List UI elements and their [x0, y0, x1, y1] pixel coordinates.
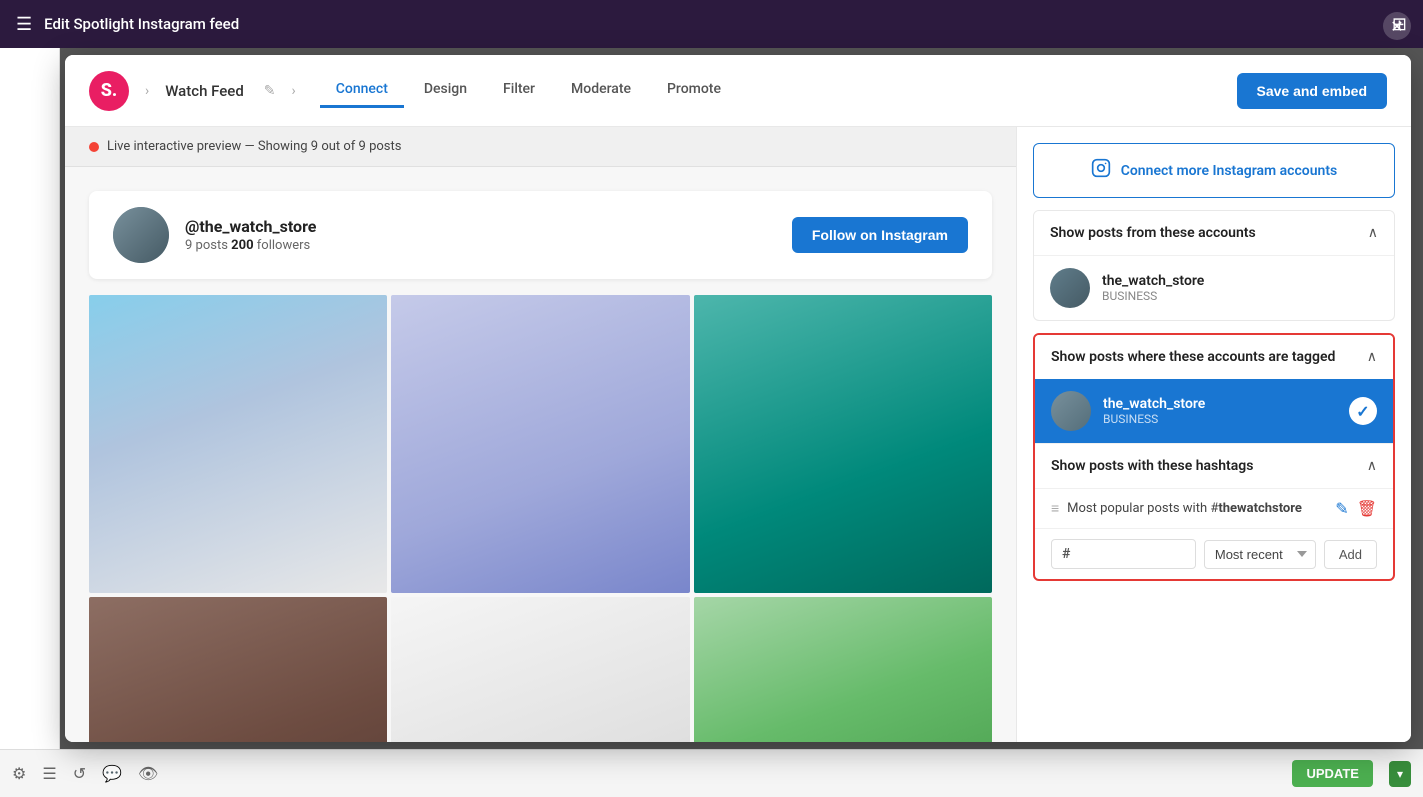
show-posts-hashtag-title: Show posts with these hashtags — [1051, 458, 1253, 474]
hashtag-row: ≡ Most popular posts with #thewatchstore… — [1035, 488, 1393, 528]
account-avatar — [113, 207, 169, 263]
layers-icon[interactable]: ☰ — [42, 764, 56, 783]
live-preview-bar: Live interactive preview — Showing 9 out… — [65, 127, 1016, 167]
account-item-name-tagged: the_watch_store — [1103, 396, 1337, 412]
show-posts-hashtag-chevron: ∧ — [1367, 458, 1377, 474]
photo-grid — [89, 295, 992, 742]
hashtag-text: Most popular posts with #thewatchstore — [1067, 501, 1327, 516]
edit-hashtag-icon[interactable]: ✎ — [1335, 499, 1348, 518]
edit-feed-name-icon[interactable]: ✎ — [264, 83, 276, 99]
delete-hashtag-icon[interactable]: 🗑 — [1357, 499, 1377, 518]
modal-header: S. › Watch Feed ✎ › Connect Design Filte… — [65, 55, 1411, 127]
save-embed-button[interactable]: Save and embed — [1237, 73, 1388, 109]
account-item-info-tagged: the_watch_store BUSINESS — [1103, 396, 1337, 426]
hashtag-tag: thewatchstore — [1218, 501, 1302, 516]
account-item-name-from: the_watch_store — [1102, 273, 1378, 289]
top-bar-title: Edit Spotlight Instagram feed — [44, 15, 1380, 33]
show-posts-from-chevron: ∧ — [1368, 225, 1378, 241]
account-item-from: the_watch_store BUSINESS — [1034, 255, 1394, 320]
account-item-type-from: BUSINESS — [1102, 289, 1378, 303]
feed-preview: @the_watch_store 9 posts 200 followers F… — [65, 167, 1016, 742]
account-username: @the_watch_store — [185, 217, 792, 236]
bottom-bar: ⚙ ☰ ↺ 💬 👁 UPDATE ▾ — [0, 749, 1423, 797]
modal: S. › Watch Feed ✎ › Connect Design Filte… — [65, 55, 1411, 742]
add-hashtag-row: # Most recent Most popular Random Add — [1035, 528, 1393, 579]
update-arrow-button[interactable]: ▾ — [1389, 761, 1411, 787]
tab-design[interactable]: Design — [408, 73, 483, 108]
photo-watch-hand — [391, 597, 689, 742]
hashtag-input[interactable] — [1074, 547, 1154, 562]
photo-woman-hat — [391, 295, 689, 593]
tab-filter[interactable]: Filter — [487, 73, 551, 108]
photo-cell-5 — [391, 597, 689, 742]
account-header: @the_watch_store 9 posts 200 followers F… — [89, 191, 992, 279]
breadcrumb-arrow-2: › — [292, 83, 296, 99]
show-posts-tagged-section: Show posts where these accounts are tagg… — [1033, 333, 1395, 581]
update-button[interactable]: UPDATE — [1292, 760, 1372, 787]
add-hashtag-button[interactable]: Add — [1324, 540, 1377, 569]
account-item-info-from: the_watch_store BUSINESS — [1102, 273, 1378, 303]
sidebar — [0, 48, 60, 749]
photo-cell-6 — [694, 597, 992, 742]
settings-icon[interactable]: ⚙ — [12, 764, 26, 783]
hashtag-input-wrap: # — [1051, 539, 1196, 569]
instagram-icon — [1091, 158, 1111, 183]
account-item-tagged-selected[interactable]: the_watch_store BUSINESS ✓ — [1035, 379, 1393, 443]
live-preview-text: Live interactive preview — Showing 9 out… — [107, 139, 401, 154]
drag-icon[interactable]: ≡ — [1051, 500, 1059, 517]
preview-pane: Live interactive preview — Showing 9 out… — [65, 127, 1016, 742]
show-posts-from-header[interactable]: Show posts from these accounts ∧ — [1034, 211, 1394, 255]
show-posts-tagged-title: Show posts where these accounts are tagg… — [1051, 349, 1335, 365]
tab-promote[interactable]: Promote — [651, 73, 737, 108]
account-item-type-tagged: BUSINESS — [1103, 412, 1337, 426]
right-panel: Connect more Instagram accounts Show pos… — [1016, 127, 1411, 742]
tab-connect[interactable]: Connect — [320, 73, 404, 108]
photo-hand-water — [694, 295, 992, 593]
brand-logo: S. — [89, 71, 129, 111]
photo-cell-3 — [694, 295, 992, 593]
show-posts-from-section: Show posts from these accounts ∧ the_wat… — [1033, 210, 1395, 321]
photo-woman-orange — [694, 597, 992, 742]
show-posts-tagged-header[interactable]: Show posts where these accounts are tagg… — [1035, 335, 1393, 379]
hashtag-prefix: Most popular posts with # — [1067, 501, 1218, 516]
show-posts-from-title: Show posts from these accounts — [1050, 225, 1256, 241]
connect-accounts-label: Connect more Instagram accounts — [1121, 163, 1338, 179]
nav-tabs: Connect Design Filter Moderate Promote — [320, 73, 1221, 108]
photo-cell-4 — [89, 597, 387, 742]
account-stats: 9 posts 200 followers — [185, 238, 792, 253]
modal-body: Live interactive preview — Showing 9 out… — [65, 127, 1411, 742]
photo-man — [89, 295, 387, 593]
breadcrumb-arrow: › — [145, 83, 149, 99]
follow-instagram-button[interactable]: Follow on Instagram — [792, 217, 968, 253]
top-bar: ☰ Edit Spotlight Instagram feed ⊞ — [0, 0, 1423, 48]
photo-cell-1 — [89, 295, 387, 593]
connect-instagram-button[interactable]: Connect more Instagram accounts — [1033, 143, 1395, 198]
account-item-avatar-tagged — [1051, 391, 1091, 431]
hash-symbol: # — [1062, 546, 1070, 562]
history-icon[interactable]: ↺ — [73, 764, 86, 783]
account-info: @the_watch_store 9 posts 200 followers — [185, 217, 792, 253]
sort-select[interactable]: Most recent Most popular Random — [1204, 540, 1316, 569]
show-posts-tagged-chevron: ∧ — [1367, 349, 1377, 365]
hamburger-icon[interactable]: ☰ — [16, 14, 32, 35]
eye-icon[interactable]: 👁 — [138, 764, 158, 783]
feed-name-label: Watch Feed — [165, 82, 244, 100]
close-button[interactable]: ✕ — [1383, 12, 1411, 40]
avatar-image — [113, 207, 169, 263]
photo-piano — [89, 597, 387, 742]
comment-icon[interactable]: 💬 — [102, 764, 122, 783]
show-posts-hashtag-header[interactable]: Show posts with these hashtags ∧ — [1035, 443, 1393, 488]
photo-cell-2 — [391, 295, 689, 593]
live-dot — [89, 142, 99, 152]
check-circle-icon: ✓ — [1349, 397, 1377, 425]
tab-moderate[interactable]: Moderate — [555, 73, 647, 108]
account-item-avatar-from — [1050, 268, 1090, 308]
